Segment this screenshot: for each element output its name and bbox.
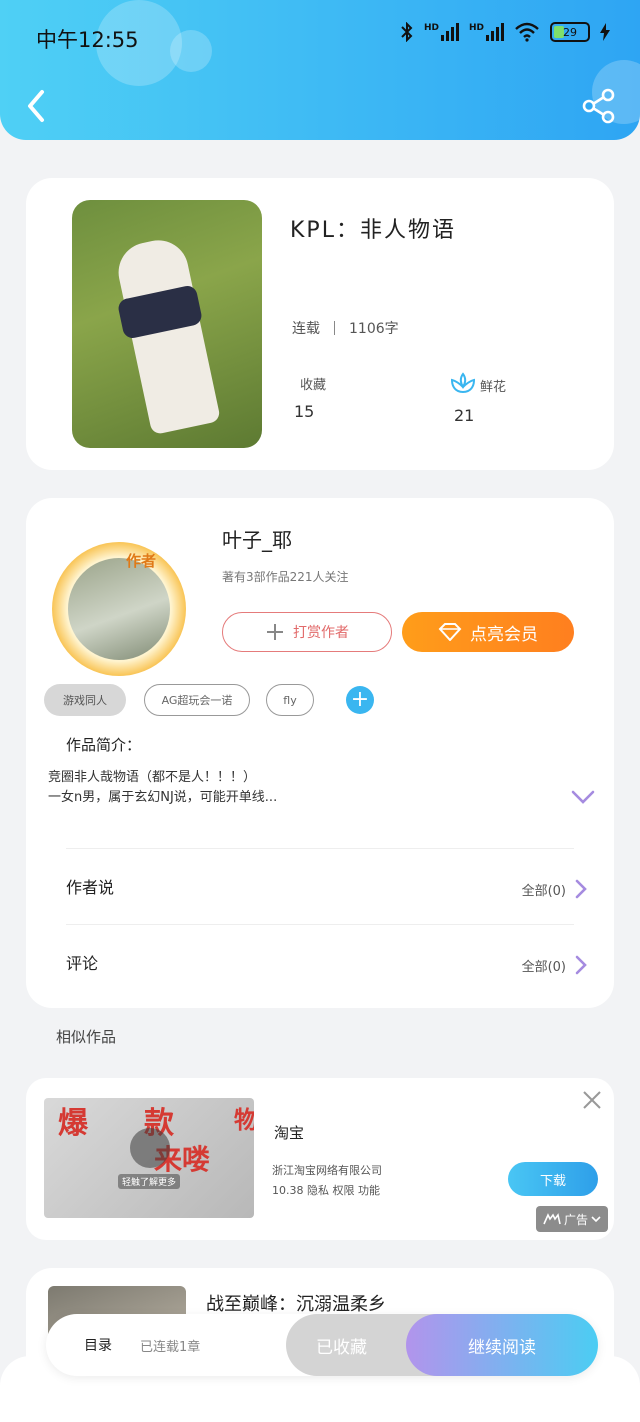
ad-badge[interactable]: 广告 (536, 1206, 608, 1232)
signal-icon: HD (424, 23, 459, 41)
top-header: 中午12:55 HD HD 29 (0, 0, 640, 140)
diamond-icon (438, 623, 462, 641)
phone-icon (130, 1128, 170, 1168)
author-avatar-frame[interactable] (52, 542, 186, 676)
tag-item[interactable]: AG超玩会一诺 (144, 684, 250, 716)
comments-label[interactable]: 评论 (66, 950, 98, 974)
similar-item-title[interactable]: 战至巅峰：沉溺温柔乡 (206, 1290, 386, 1316)
battery-icon: 29 (550, 22, 590, 42)
status-time: 中午12:55 (36, 28, 139, 52)
similar-section-title: 相似作品 (56, 1028, 117, 1046)
bluetooth-icon (401, 22, 413, 42)
book-status: 连载 1106字 (292, 318, 399, 338)
collect-count: 15 (294, 402, 315, 421)
chevron-left-icon[interactable] (22, 86, 52, 126)
close-icon[interactable] (582, 1090, 602, 1110)
word-count: 1106字 (349, 321, 399, 337)
continue-reading-button[interactable]: 继续阅读 (406, 1314, 598, 1376)
chevron-down-icon[interactable] (570, 788, 596, 806)
ad-meta[interactable]: 10.38 隐私 权限 功能 (272, 1182, 380, 1198)
tag-item[interactable]: 游戏同人 (44, 684, 126, 716)
intro-title: 作品简介： (66, 736, 142, 754)
author-says-all[interactable]: 全部(0) (522, 878, 588, 900)
avatar (68, 558, 170, 660)
tag-item[interactable]: fly (266, 684, 314, 716)
wifi-icon (515, 22, 539, 42)
ad-download-button[interactable]: 下载 (508, 1162, 598, 1196)
flower-icon[interactable] (450, 372, 476, 394)
book-info-card: KPL：非人物语 连载 1106字 收藏 15 鲜花 21 (26, 178, 614, 470)
share-icon[interactable] (582, 88, 616, 124)
plus-icon (267, 624, 283, 640)
ad-name: 淘宝 (274, 1124, 305, 1142)
chevron-right-icon (575, 955, 587, 975)
author-says-label[interactable]: 作者说 (66, 874, 114, 898)
ad-company: 浙江淘宝网络有限公司 (272, 1164, 382, 1177)
serial-status: 连载 (292, 321, 320, 337)
collect-label: 收藏 (300, 378, 327, 393)
bottom-action-bar: 目录 已连载1章 已收藏 继续阅读 (46, 1314, 598, 1376)
ad-logo-icon (543, 1213, 561, 1225)
signal-icon: HD (469, 23, 504, 41)
vip-button[interactable]: 点亮会员 (402, 612, 574, 652)
author-badge: 作者 (126, 552, 157, 570)
catalog-button[interactable]: 目录 (84, 1335, 112, 1355)
author-card: 作者 叶子_耶 著有3部作品221人关注 打赏作者 点亮会员 游戏同人 AG超玩… (26, 498, 614, 1008)
ad-image[interactable]: 爆 款 来喽 物 轻触了解更多 (44, 1098, 254, 1218)
author-name[interactable]: 叶子_耶 (222, 524, 292, 553)
flower-label: 鲜花 (480, 380, 507, 395)
ad-card[interactable]: 爆 款 来喽 物 轻触了解更多 淘宝 浙江淘宝网络有限公司 10.38 隐私 权… (26, 1078, 614, 1240)
tip-author-button[interactable]: 打赏作者 (222, 612, 392, 652)
chevron-right-icon (575, 879, 587, 899)
flower-count: 21 (454, 406, 475, 425)
divider (66, 848, 574, 849)
status-icons: HD HD 29 (400, 22, 610, 42)
catalog-status: 已连载1章 (140, 1340, 201, 1355)
intro-text: 竞圈非人哉物语（都不是人！！！） 一女n男，属于玄幻NJ说，可能开单线... (48, 770, 278, 805)
add-tag-button[interactable]: + (346, 686, 374, 714)
author-meta: 著有3部作品221人关注 (222, 570, 349, 584)
decor-bubble (170, 30, 212, 72)
comments-all[interactable]: 全部(0) (522, 954, 588, 976)
divider (66, 924, 574, 925)
book-title: KPL：非人物语 (290, 218, 456, 243)
chevron-down-icon (591, 1216, 601, 1223)
book-cover[interactable] (72, 200, 262, 448)
charging-icon (600, 23, 610, 41)
